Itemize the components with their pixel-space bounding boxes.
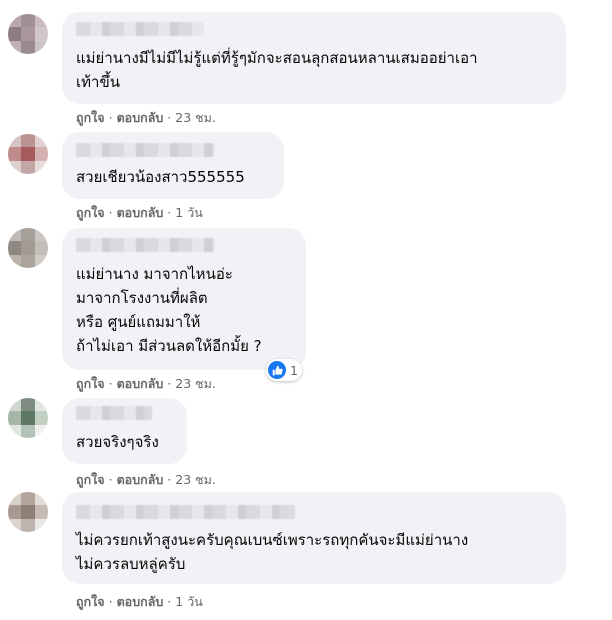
comment-text: สวยเชียวน้องสาว555555 [76, 168, 245, 186]
comment-actions: ถูกใจ · ตอบกลับ · 23 ชม. [76, 376, 216, 391]
author-name[interactable] [76, 22, 204, 36]
avatar[interactable] [8, 492, 48, 532]
like-icon [268, 361, 286, 379]
comment-actions: ถูกใจ · ตอบกลับ · 23 ชม. [76, 472, 216, 487]
comment-timestamp[interactable]: 1 วัน [175, 594, 203, 609]
avatar[interactable] [8, 14, 48, 54]
comment-timestamp[interactable]: 23 ชม. [175, 376, 216, 391]
author-name[interactable] [76, 238, 214, 252]
author-name[interactable] [76, 406, 152, 420]
reply-link[interactable]: ตอบกลับ [117, 205, 164, 220]
avatar[interactable] [8, 134, 48, 174]
comment-text: ไม่ควรยกเท้าสูงนะครับคุณเบนซ์เพราะรถทุกค… [76, 531, 469, 573]
like-link[interactable]: ถูกใจ [76, 110, 105, 125]
reaction-count: 1 [290, 362, 298, 378]
avatar[interactable] [8, 398, 48, 438]
comment-timestamp[interactable]: 1 วัน [175, 205, 203, 220]
reply-link[interactable]: ตอบกลับ [117, 376, 164, 391]
avatar[interactable] [8, 228, 48, 268]
comment-actions: ถูกใจ · ตอบกลับ · 23 ชม. [76, 110, 216, 125]
reaction-badge[interactable]: 1 [266, 359, 302, 381]
reply-link[interactable]: ตอบกลับ [117, 594, 164, 609]
comment-actions: ถูกใจ · ตอบกลับ · 1 วัน [76, 594, 203, 609]
like-link[interactable]: ถูกใจ [76, 472, 105, 487]
comment-text: สวยจริงๆจริง [76, 433, 159, 451]
comment-actions: ถูกใจ · ตอบกลับ · 1 วัน [76, 205, 203, 220]
comment-timestamp[interactable]: 23 ชม. [175, 472, 216, 487]
author-name[interactable] [76, 505, 296, 519]
reply-link[interactable]: ตอบกลับ [117, 472, 164, 487]
comment-text: แม่ย่านาง มาจากไหนอ่ะ มาจากโรงงานที่ผลิต… [76, 265, 262, 355]
like-link[interactable]: ถูกใจ [76, 205, 105, 220]
like-link[interactable]: ถูกใจ [76, 376, 105, 391]
comment-timestamp[interactable]: 23 ชม. [175, 110, 216, 125]
like-link[interactable]: ถูกใจ [76, 594, 105, 609]
comment-text: แม่ย่านางมีไม่มีไม่รู้แต่ที่รู้ๆมักจะสอน… [76, 49, 478, 91]
reply-link[interactable]: ตอบกลับ [117, 110, 164, 125]
author-name[interactable] [76, 143, 214, 157]
